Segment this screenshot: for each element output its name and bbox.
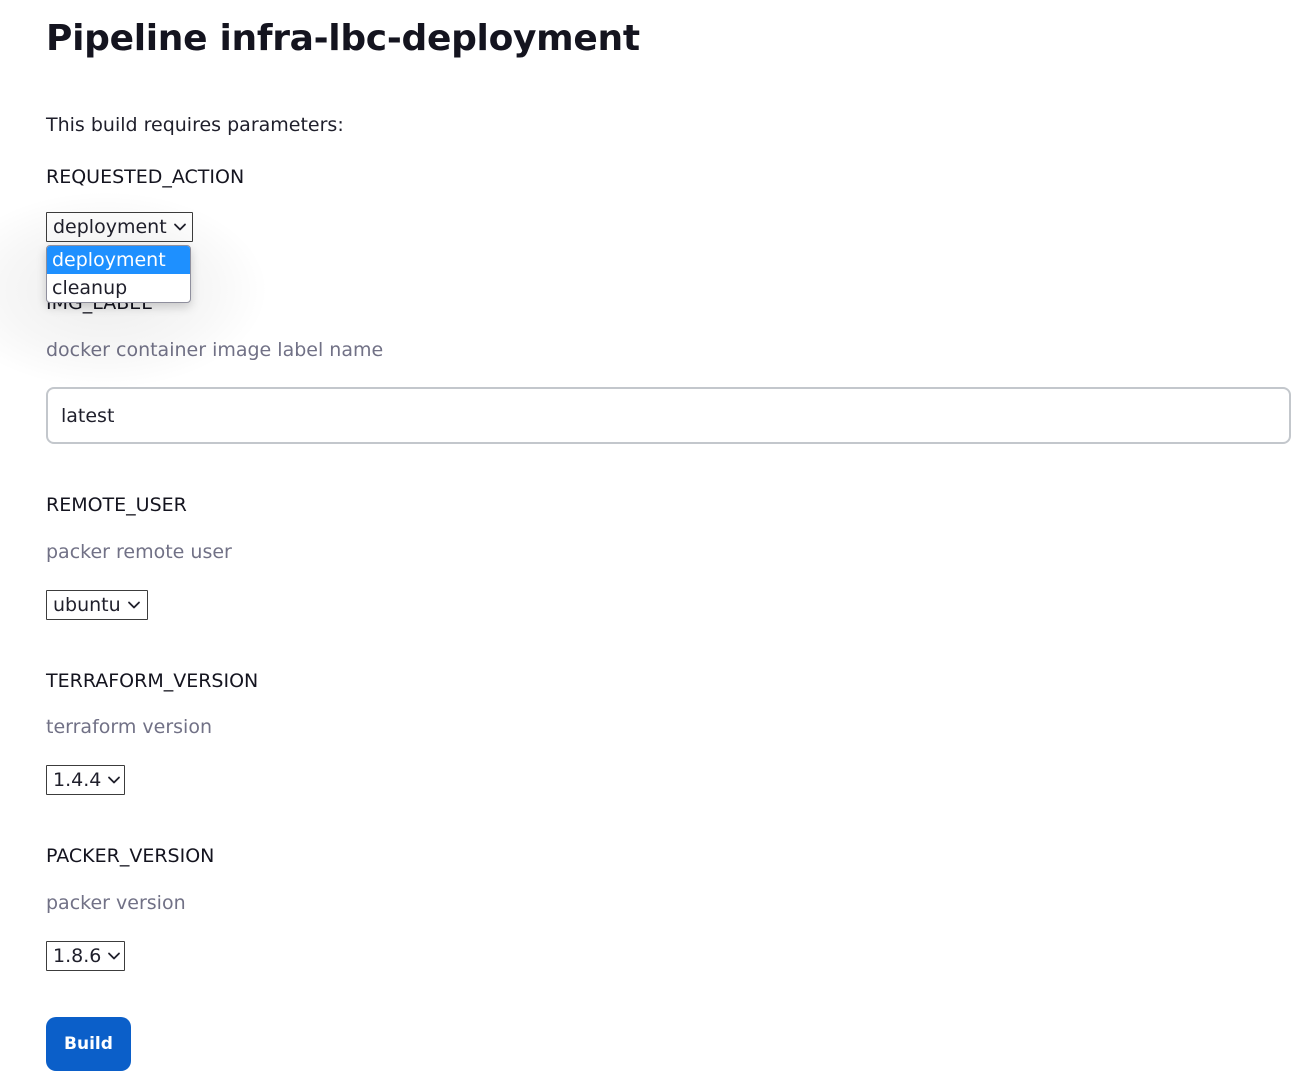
param-description-img-label: docker container image label name (46, 339, 384, 361)
remote-user-selected-value: ubuntu (53, 594, 121, 616)
option-cleanup[interactable]: cleanup (47, 274, 190, 302)
param-description-packer-version: packer version (46, 892, 186, 914)
img-label-input[interactable] (46, 387, 1291, 444)
param-name-terraform-version: TERRAFORM_VERSION (46, 670, 259, 692)
requested-action-options-list: deployment cleanup (46, 245, 191, 303)
param-description-remote-user: packer remote user (46, 541, 232, 563)
remote-user-select[interactable]: ubuntu (46, 590, 148, 620)
chevron-down-icon (107, 949, 121, 963)
packer-version-select[interactable]: 1.8.6 (46, 941, 125, 971)
param-name-remote-user: REMOTE_USER (46, 494, 187, 516)
option-deployment[interactable]: deployment (47, 246, 190, 274)
parameters-intro: This build requires parameters: (46, 114, 344, 136)
packer-version-selected-value: 1.8.6 (53, 945, 102, 967)
requested-action-selected-value: deployment (53, 216, 167, 238)
page-title: Pipeline infra-lbc-deployment (46, 18, 640, 59)
chevron-down-icon (173, 220, 187, 234)
terraform-version-select[interactable]: 1.4.4 (46, 765, 125, 795)
chevron-down-icon (127, 598, 141, 612)
param-name-packer-version: PACKER_VERSION (46, 845, 215, 867)
param-name-requested-action: REQUESTED_ACTION (46, 166, 245, 188)
build-button[interactable]: Build (46, 1017, 131, 1071)
requested-action-select[interactable]: deployment (46, 212, 193, 242)
terraform-version-selected-value: 1.4.4 (53, 769, 102, 791)
chevron-down-icon (107, 773, 121, 787)
param-description-terraform-version: terraform version (46, 716, 212, 738)
